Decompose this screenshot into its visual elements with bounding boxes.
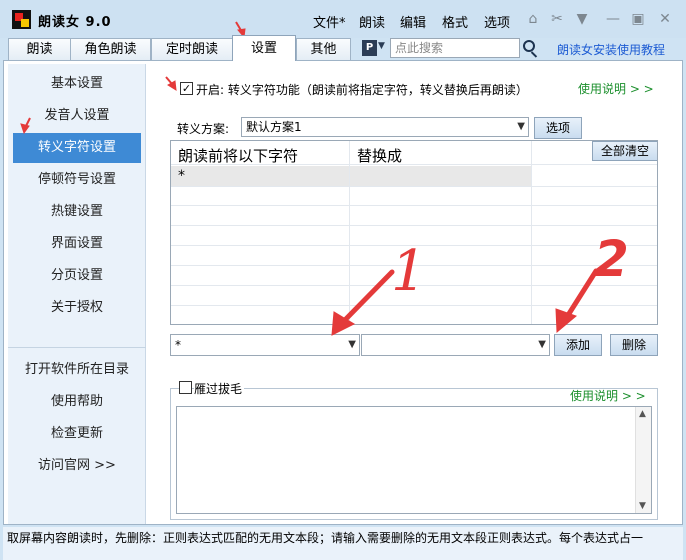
textarea-scrollbar[interactable]: ▲ ▼	[635, 407, 651, 513]
tab-role-read[interactable]: 角色朗读	[70, 38, 151, 60]
tab-settings[interactable]: 设置	[232, 35, 296, 61]
skip-help-link[interactable]: 使用说明 > >	[570, 387, 646, 404]
menu-edit[interactable]: 编辑	[400, 12, 426, 31]
sidebar-item-paging[interactable]: 分页设置	[8, 263, 146, 289]
title-bar: 朗读女 9.0 文件* 朗读 编辑 格式 选项 ⌂ ✂ ▼ — ▣ ✕	[0, 0, 686, 38]
tutorial-link[interactable]: 朗读女安装使用教程	[557, 41, 665, 58]
enable-escape-checkbox[interactable]: ✓	[180, 82, 193, 95]
tab-timed-read[interactable]: 定时朗读	[151, 38, 233, 60]
table-row-selected[interactable]	[171, 166, 531, 186]
sidebar-item-hotkeys[interactable]: 热键设置	[8, 199, 146, 225]
regex-textarea[interactable]: ▲ ▼	[176, 406, 652, 514]
enable-escape-label: 开启: 转义字符功能（朗读前将指定字符，转义替换后再朗读）	[196, 83, 528, 97]
home-icon[interactable]: ⌂	[525, 11, 541, 27]
add-button[interactable]: 添加	[554, 334, 602, 356]
col-header-replace: 替换成	[357, 147, 403, 165]
help-link[interactable]: 使用帮助	[8, 389, 146, 415]
sidebar-item-license[interactable]: 关于授权	[8, 295, 146, 321]
scroll-down-icon[interactable]: ▼	[639, 501, 646, 511]
search-input[interactable]: 点此搜索	[390, 38, 520, 58]
search-icon[interactable]	[522, 39, 540, 58]
menu-options[interactable]: 选项	[484, 12, 510, 31]
tab-read[interactable]: 朗读	[8, 38, 71, 60]
tab-other[interactable]: 其他	[296, 38, 351, 60]
table-cell-source: *	[178, 168, 185, 184]
restore-icon[interactable]: ▣	[630, 11, 646, 27]
sidebar-item-voice[interactable]: 发音人设置	[8, 103, 146, 129]
delete-button[interactable]: 删除	[610, 334, 658, 356]
sidebar-item-pause-symbols[interactable]: 停顿符号设置	[8, 167, 146, 193]
chevron-down-icon: ▼	[348, 339, 356, 350]
sidebar-item-interface[interactable]: 界面设置	[8, 231, 146, 257]
status-bar: 取屏幕内容朗读时，先删除：正则表达式匹配的无用文本段；请输入需要删除的无用文本段…	[3, 527, 683, 560]
scroll-up-icon[interactable]: ▲	[639, 409, 646, 419]
skip-label: 雁过拔毛	[194, 380, 245, 397]
check-update-link[interactable]: 检查更新	[8, 421, 146, 447]
menu-format[interactable]: 格式	[442, 12, 468, 31]
scheme-label: 转义方案:	[177, 122, 230, 136]
col-header-source: 朗读前将以下字符	[178, 147, 299, 165]
sidebar-item-basic[interactable]: 基本设置	[8, 71, 146, 97]
skip-checkbox[interactable]	[179, 381, 192, 394]
tools-icon[interactable]: ✂	[549, 11, 565, 27]
source-char-value: *	[175, 338, 181, 352]
settings-sidebar: 基本设置 发音人设置 转义字符设置 停顿符号设置 热键设置 界面设置 分页设置 …	[8, 64, 146, 524]
scheme-select[interactable]: 默认方案1 ▼	[241, 117, 529, 137]
minimize-icon[interactable]: —	[605, 11, 621, 27]
app-logo-icon	[12, 10, 31, 29]
website-link[interactable]: 访问官网 >>	[8, 453, 146, 479]
source-char-input[interactable]: * ▼	[170, 334, 360, 356]
escape-help-link[interactable]: 使用说明 > >	[578, 80, 654, 97]
open-install-dir-link[interactable]: 打开软件所在目录	[8, 357, 146, 383]
search-scope-icon[interactable]: P	[362, 40, 377, 56]
escape-table: 朗读前将以下字符 替换成 全部清空 *	[170, 140, 658, 325]
chevron-down-icon: ▼	[538, 339, 546, 350]
shirt-icon[interactable]: ▼	[574, 11, 590, 27]
menu-file[interactable]: 文件*	[313, 12, 346, 31]
sidebar-divider	[8, 347, 146, 348]
clear-all-button[interactable]: 全部清空	[592, 141, 657, 161]
app-title: 朗读女 9.0	[38, 15, 112, 30]
menu-read[interactable]: 朗读	[359, 12, 385, 31]
chevron-down-icon[interactable]: ▼	[378, 41, 385, 51]
chevron-down-icon: ▼	[517, 121, 525, 132]
close-icon[interactable]: ✕	[657, 11, 673, 27]
scheme-options-button[interactable]: 选项	[534, 117, 582, 139]
sidebar-item-escape-chars[interactable]: 转义字符设置	[13, 133, 141, 163]
replace-char-input[interactable]: ▼	[361, 334, 550, 356]
scheme-value: 默认方案1	[246, 120, 302, 134]
